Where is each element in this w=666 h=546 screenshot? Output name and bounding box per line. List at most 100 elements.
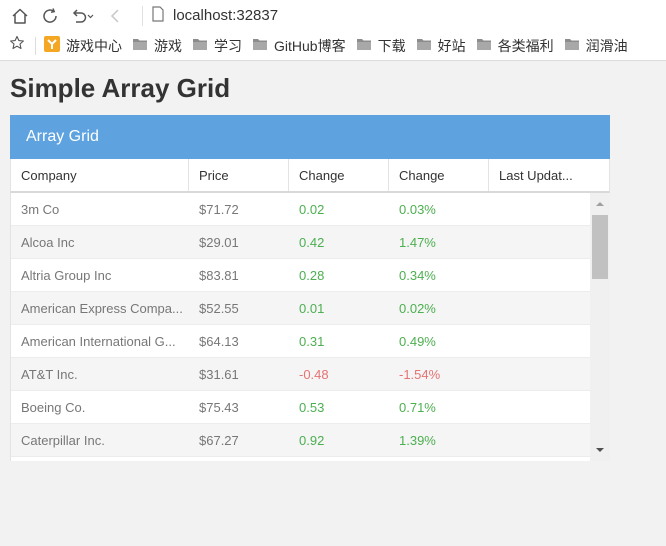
undo-dropdown-icon[interactable]: [68, 4, 98, 28]
bookmark-label: 游戏: [154, 37, 182, 54]
table-row[interactable]: AT&T Inc. $31.61 -0.48 -1.54%: [11, 358, 591, 391]
cell-change: 0.01: [299, 301, 325, 316]
cell-last-updated: [489, 325, 591, 357]
column-header-last-updated[interactable]: Last Updat...: [489, 159, 609, 191]
cell-price: $75.43: [199, 400, 239, 415]
folder-icon: [476, 37, 492, 54]
cell-last-updated: [489, 226, 591, 258]
reload-icon[interactable]: [38, 4, 62, 28]
cell-last-updated: [489, 391, 591, 423]
cell-change-percent: 0.02%: [399, 301, 436, 316]
cell-change: 0.53: [299, 400, 325, 415]
page-content: Simple Array Grid Array Grid Company Pri…: [0, 61, 666, 471]
back-icon[interactable]: [104, 4, 128, 28]
table-row[interactable]: American Express Compa... $52.55 0.01 0.02%: [11, 292, 591, 325]
table-row[interactable]: 3m Co $71.72 0.02 0.03%: [11, 193, 591, 226]
bookmarks-bar: 游戏中心 游戏 学习 GitHub博客 下载 好站 各类福利 润滑油: [0, 31, 666, 61]
cell-company: Caterpillar Inc.: [21, 433, 105, 448]
cell-company: American Express Compa...: [21, 301, 183, 316]
bookmark-item[interactable]: 好站: [416, 36, 466, 56]
home-icon[interactable]: [8, 4, 32, 28]
folder-icon: [132, 37, 148, 54]
vertical-scrollbar[interactable]: [590, 193, 610, 461]
scroll-up-arrow-icon[interactable]: [590, 195, 610, 213]
bookmark-label: 各类福利: [497, 37, 554, 54]
page-icon: [151, 5, 165, 26]
folder-icon: [356, 37, 372, 54]
bookmark-label: GitHub博客: [274, 37, 346, 54]
address-bar[interactable]: localhost:32837: [151, 5, 279, 26]
table-row[interactable]: Alcoa Inc $29.01 0.42 1.47%: [11, 226, 591, 259]
cell-company: 3m Co: [21, 202, 60, 217]
cell-last-updated: [489, 259, 591, 291]
cell-change-percent: -1.54%: [399, 367, 441, 382]
table-row[interactable]: [11, 457, 591, 461]
folder-icon: [252, 37, 268, 54]
cell-company: [11, 457, 189, 461]
cell-company: Boeing Co.: [21, 400, 86, 415]
cell-price: $71.72: [199, 202, 239, 217]
cell-price: $29.01: [199, 235, 239, 250]
column-header-price[interactable]: Price: [189, 159, 289, 191]
cell-price: [189, 457, 289, 461]
cell-change: 0.02: [299, 202, 325, 217]
cell-change-percent: [389, 457, 489, 461]
scrollbar-thumb[interactable]: [592, 215, 608, 279]
cell-last-updated: [489, 457, 591, 461]
grid-title: Array Grid: [10, 115, 610, 159]
array-grid: Array Grid Company Price Change Change L…: [10, 115, 610, 461]
column-header-change-percent[interactable]: Change: [389, 159, 489, 191]
bookmark-item[interactable]: 下载: [356, 36, 406, 56]
column-header-change[interactable]: Change: [289, 159, 389, 191]
cell-change: -0.48: [299, 367, 329, 382]
folder-icon: [192, 37, 208, 54]
bookmarks-divider: [35, 36, 36, 55]
column-header-company[interactable]: Company: [11, 159, 189, 191]
bookmark-item[interactable]: GitHub博客: [252, 36, 346, 56]
bookmark-label: 学习: [214, 37, 242, 54]
scroll-down-arrow-icon[interactable]: [590, 441, 610, 459]
browser-toolbar: localhost:32837: [0, 0, 666, 31]
folder-icon: [564, 37, 580, 54]
cell-last-updated: [489, 292, 591, 324]
cell-last-updated: [489, 424, 591, 456]
cell-company: American International G...: [21, 334, 176, 349]
cell-change-percent: 0.03%: [399, 202, 436, 217]
column-headers: Company Price Change Change Last Updat..…: [10, 159, 610, 193]
cell-change-percent: 0.71%: [399, 400, 436, 415]
bookmark-item[interactable]: 游戏: [132, 36, 182, 56]
url-text: localhost:32837: [173, 7, 279, 24]
bookmark-item[interactable]: 润滑油: [564, 36, 628, 56]
cell-price: $31.61: [199, 367, 239, 382]
cell-price: $64.13: [199, 334, 239, 349]
cell-change: 0.92: [299, 433, 325, 448]
cell-price: $52.55: [199, 301, 239, 316]
bookmark-item[interactable]: 游戏中心: [44, 36, 122, 56]
grid-rows: 3m Co $71.72 0.02 0.03% Alcoa Inc $29.01 0.42 1…: [11, 193, 591, 461]
cell-company: Altria Group Inc: [21, 268, 112, 283]
star-icon[interactable]: [9, 35, 25, 56]
bookmark-label: 下载: [377, 37, 406, 54]
cell-price: $67.27: [199, 433, 239, 448]
folder-icon: [416, 37, 432, 54]
table-row[interactable]: Caterpillar Inc. $67.27 0.92 1.39%: [11, 424, 591, 457]
cell-change-percent: 0.34%: [399, 268, 436, 283]
table-row[interactable]: Altria Group Inc $83.81 0.28 0.34%: [11, 259, 591, 292]
cell-price: $83.81: [199, 268, 239, 283]
page-title: Simple Array Grid: [10, 73, 231, 103]
toolbar-divider: [142, 5, 143, 26]
grid-body: 3m Co $71.72 0.02 0.03% Alcoa Inc $29.01 0.42 1…: [10, 193, 610, 461]
cell-change: [289, 457, 389, 461]
table-row[interactable]: American International G... $64.13 0.31 0.4…: [11, 325, 591, 358]
bookmark-item[interactable]: 各类福利: [476, 36, 554, 56]
cell-change: 0.28: [299, 268, 325, 283]
cell-last-updated: [489, 358, 591, 390]
bookmark-item[interactable]: 学习: [192, 36, 242, 56]
cell-change-percent: 0.49%: [399, 334, 436, 349]
bookmark-label: 好站: [437, 37, 466, 54]
bookmark-label: 润滑油: [585, 37, 628, 54]
table-row[interactable]: Boeing Co. $75.43 0.53 0.71%: [11, 391, 591, 424]
cell-company: Alcoa Inc: [21, 235, 75, 250]
cell-last-updated: [489, 193, 591, 225]
cell-change: 0.42: [299, 235, 325, 250]
